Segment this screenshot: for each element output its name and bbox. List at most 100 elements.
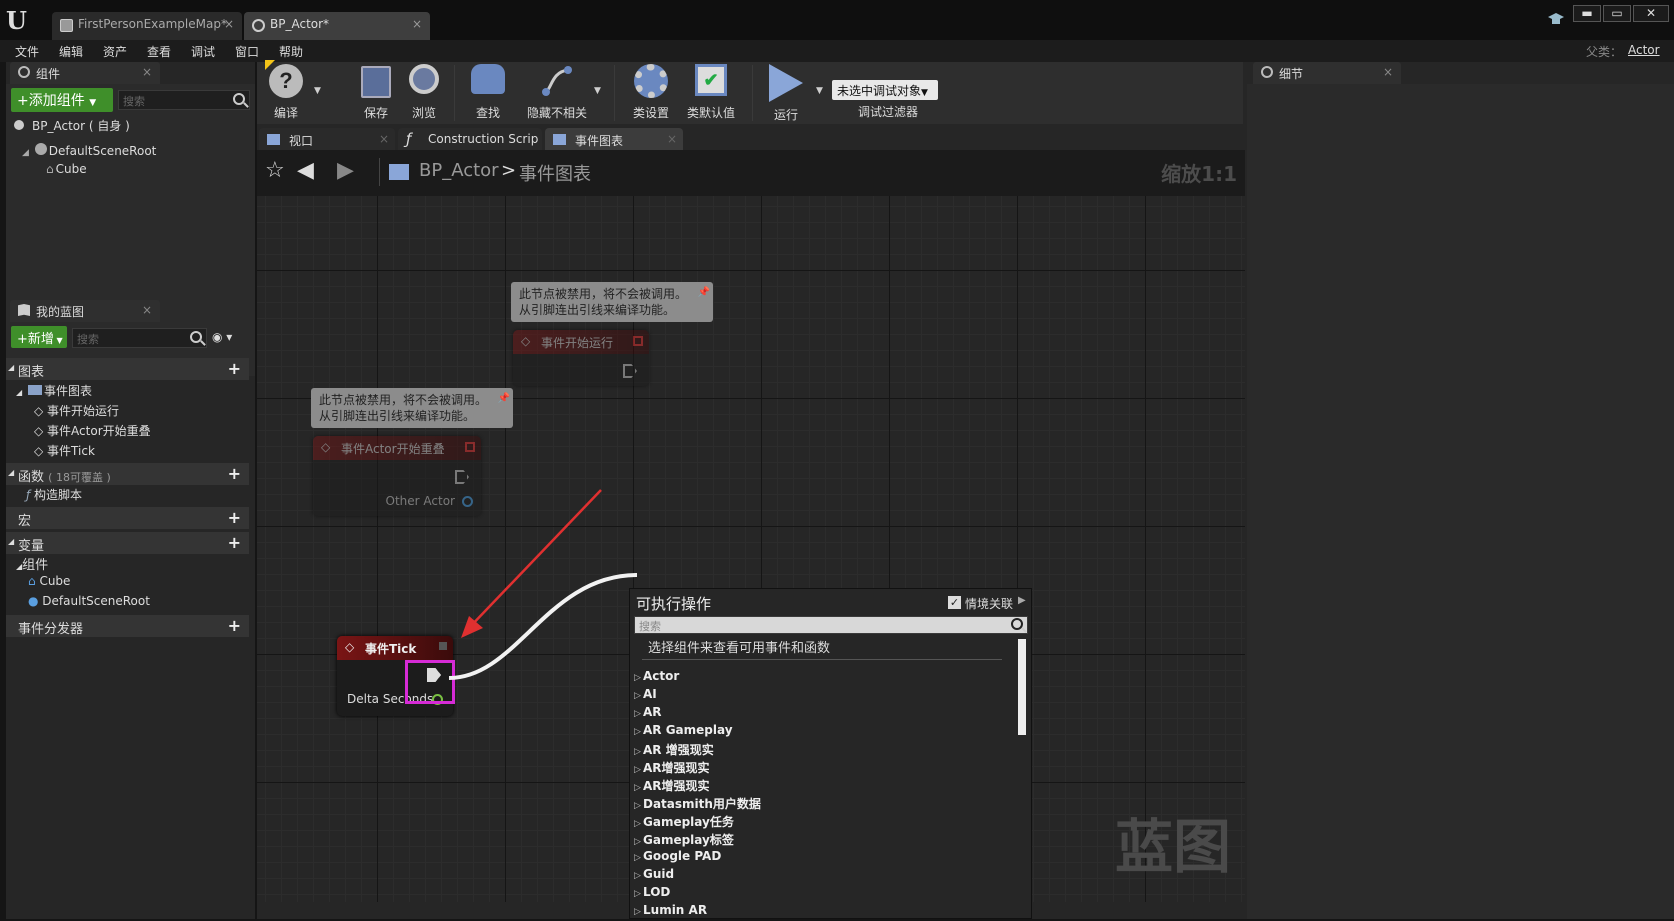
context-category-item[interactable]: ▷ Actor — [634, 669, 761, 687]
find-button[interactable]: 查找 — [466, 64, 510, 121]
context-scrollbar[interactable] — [1018, 639, 1026, 735]
tab-first-person-map[interactable]: FirstPersonExampleMap* × — [52, 12, 242, 40]
hide-options-dropdown[interactable]: ▼ — [594, 86, 601, 96]
class-defaults-button[interactable]: ✔ 类默认值 — [682, 64, 740, 121]
add-variable-icon[interactable]: + — [228, 533, 241, 552]
details-tab[interactable]: 细节 × — [1253, 62, 1401, 84]
action-context-menu: 可执行操作 ✓ 情境关联 ▶ 搜索 选择组件来查看可用事件和函数 ▷ Actor … — [629, 588, 1032, 919]
minimize-button[interactable]: ▬ — [1573, 5, 1601, 22]
my-blueprint-search-input[interactable]: 搜索 — [72, 328, 207, 348]
components-tab[interactable]: 组件 × — [10, 62, 160, 84]
search-placeholder: 搜索 — [123, 95, 145, 108]
play-button[interactable]: 运行 — [764, 64, 808, 123]
save-button[interactable]: 保存 — [354, 64, 398, 121]
chevron-right-icon[interactable]: ▶ — [1018, 595, 1026, 606]
new-button[interactable]: +新增 ▼ — [11, 326, 67, 348]
graduation-cap-icon[interactable] — [1548, 12, 1564, 26]
context-category-item[interactable]: ▷ Gameplay标签 — [634, 831, 761, 849]
tab-construction-script[interactable]: ƒ Construction Scrip — [398, 128, 542, 152]
tab-close-icon[interactable]: × — [142, 65, 152, 79]
debug-filter-label: 调试过滤器 — [858, 105, 919, 119]
tab-close-icon[interactable]: × — [379, 132, 389, 146]
context-category-item[interactable]: ▷ Guid — [634, 867, 761, 885]
save-label: 保存 — [363, 106, 388, 120]
add-component-button[interactable]: +添加组件 ▼ — [11, 88, 113, 112]
default-scene-root-item[interactable]: ◢ DefaultSceneRoot — [22, 143, 156, 158]
hide-unrelated-button[interactable]: 隐藏不相关 — [522, 64, 592, 121]
context-category-item[interactable]: ▷ AR Gameplay — [634, 723, 761, 741]
search-icon — [1011, 618, 1023, 630]
event-begin-play-item[interactable]: ◇ 事件开始运行 — [34, 402, 119, 419]
event-actor-overlap-item[interactable]: ◇ 事件Actor开始重叠 — [34, 422, 151, 439]
tab-close-icon[interactable]: × — [142, 303, 152, 317]
tab-close-icon[interactable]: × — [412, 17, 422, 31]
compile-button[interactable]: ? 编译 — [264, 60, 308, 121]
event-graph-item[interactable]: ◢ 事件图表 — [16, 382, 92, 399]
context-category-item[interactable]: ▷ Datasmith用户数据 — [634, 795, 761, 813]
menu-debug[interactable]: 调试 — [191, 43, 215, 60]
add-function-icon[interactable]: + — [228, 464, 241, 483]
component-var-root[interactable]: ● DefaultSceneRoot — [28, 594, 150, 608]
tab-viewport[interactable]: 视口 × — [259, 128, 395, 152]
title-bar: U FirstPersonExampleMap* × BP_Actor* × ▬… — [0, 0, 1674, 40]
graphs-category[interactable]: ◢ 图表 + — [6, 358, 249, 380]
tab-label: Construction Scrip — [428, 132, 539, 146]
floppy-disk-icon — [361, 66, 391, 98]
menu-help[interactable]: 帮助 — [279, 43, 303, 60]
graph-icon — [27, 385, 42, 395]
menu-window[interactable]: 窗口 — [235, 43, 259, 60]
tab-bp-actor[interactable]: BP_Actor* × — [244, 12, 430, 40]
tab-close-icon[interactable]: × — [667, 132, 677, 146]
tab-close-icon[interactable]: × — [224, 17, 234, 31]
search-placeholder: 搜索 — [77, 333, 99, 346]
context-category-item[interactable]: ▷ Lumin AR — [634, 903, 761, 921]
add-dispatcher-icon[interactable]: + — [228, 616, 241, 635]
play-options-dropdown[interactable]: ▼ — [816, 86, 823, 96]
menu-view[interactable]: 查看 — [147, 43, 171, 60]
tab-event-graph[interactable]: 事件图表 × — [545, 128, 683, 152]
tab-close-icon[interactable]: × — [1383, 65, 1393, 79]
context-category-item[interactable]: ▷ AR — [634, 705, 761, 723]
class-defaults-label: 类默认值 — [686, 106, 735, 120]
context-hint: 选择组件来查看可用事件和函数 — [648, 641, 831, 656]
event-tick-item[interactable]: ◇ 事件Tick — [34, 442, 95, 459]
menu-file[interactable]: 文件 — [15, 43, 39, 60]
component-var-cube[interactable]: ⌂ Cube — [28, 574, 70, 588]
add-graph-icon[interactable]: + — [228, 359, 241, 378]
context-category-item[interactable]: ▷ Google PAD — [634, 849, 761, 867]
context-category-item[interactable]: ▷ AR 增强现实 — [634, 741, 761, 759]
context-search-input[interactable]: 搜索 — [634, 616, 1028, 634]
menu-edit[interactable]: 编辑 — [59, 43, 83, 60]
menu-asset[interactable]: 资产 — [103, 43, 127, 60]
compile-options-dropdown[interactable]: ▼ — [314, 86, 321, 96]
functions-category[interactable]: ◢ 函数 ( 18可覆盖 ) + — [6, 463, 249, 485]
my-blueprint-tab[interactable]: 我的蓝图 × — [10, 300, 160, 322]
context-category-item[interactable]: ▷ AR增强现实 — [634, 759, 761, 777]
collapse-arrow-icon: ◢ — [8, 468, 15, 477]
close-window-button[interactable]: ✕ — [1633, 5, 1669, 22]
context-category-item[interactable]: ▷ AR增强现实 — [634, 777, 761, 795]
cube-component-item[interactable]: ⌂ Cube — [46, 162, 87, 176]
components-search-input[interactable]: 搜索 — [118, 90, 250, 110]
dispatchers-category[interactable]: 事件分发器 + — [6, 615, 249, 637]
chevron-down-icon: ▼ — [89, 98, 97, 108]
debug-object-select[interactable]: 未选中调试对象▼ — [832, 80, 938, 100]
context-category-item[interactable]: ▷ Gameplay任务 — [634, 813, 761, 831]
class-settings-button[interactable]: 类设置 — [626, 64, 676, 121]
self-item[interactable]: BP_Actor ( 自身 ) — [14, 117, 130, 134]
tab-label: FirstPersonExampleMap* — [78, 17, 227, 31]
macros-category[interactable]: 宏 + — [6, 507, 249, 529]
add-macro-icon[interactable]: + — [228, 508, 241, 527]
context-category-item[interactable]: ▷ AI — [634, 687, 761, 705]
variables-category[interactable]: ◢ 变量 + — [6, 532, 249, 554]
context-sensitive-checkbox[interactable]: ✓ — [948, 596, 961, 609]
components-category[interactable]: ◢组件 — [16, 554, 48, 573]
browse-button[interactable]: 浏览 — [402, 64, 446, 121]
maximize-button[interactable]: ▭ — [1603, 5, 1631, 22]
eye-visibility-icon[interactable]: ◉ ▾ — [212, 330, 232, 344]
construction-script-item[interactable]: ƒ 构造脚本 — [26, 486, 82, 503]
binoculars-icon — [471, 64, 505, 94]
context-category-item[interactable]: ▷ LOD — [634, 885, 761, 903]
function-icon: ƒ — [406, 130, 412, 148]
parent-class-link[interactable]: Actor — [1628, 43, 1660, 57]
